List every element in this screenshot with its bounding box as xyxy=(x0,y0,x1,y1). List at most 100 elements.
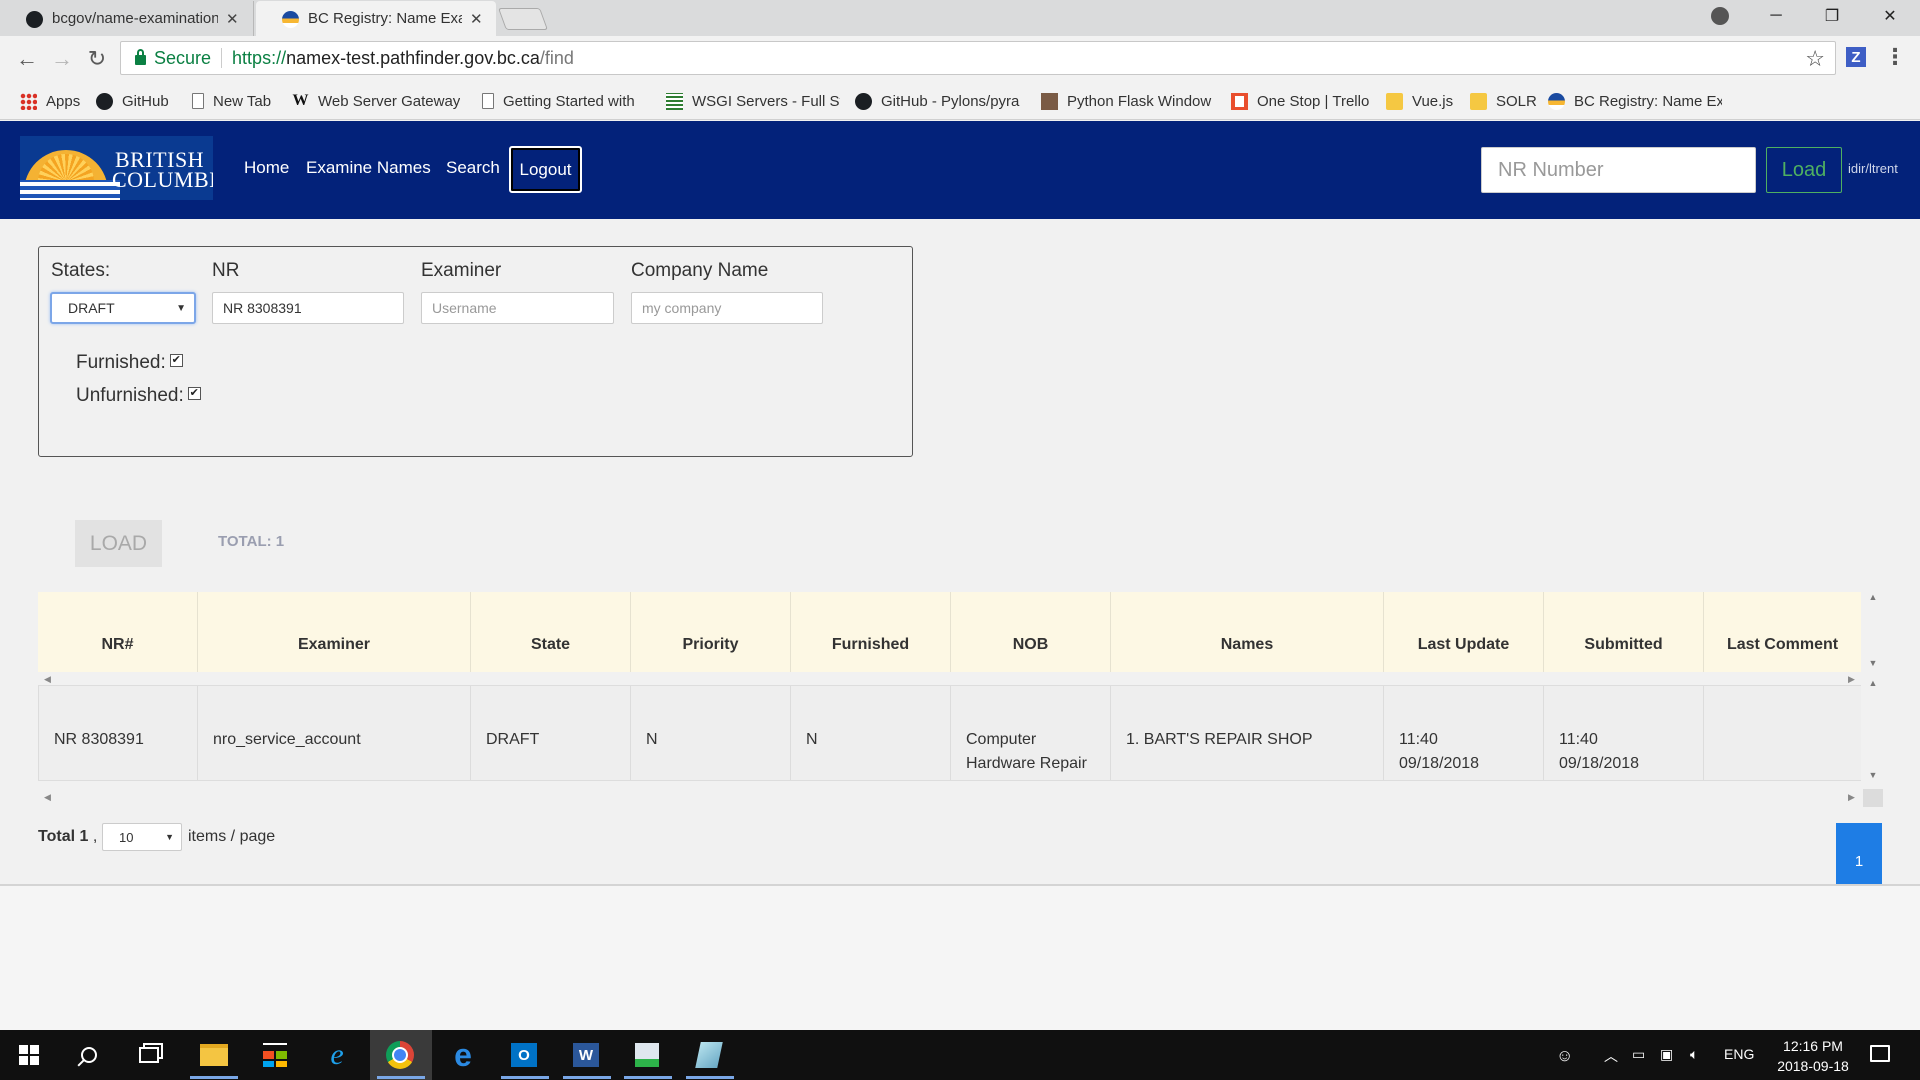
magnifier-icon xyxy=(81,1047,97,1063)
back-icon[interactable]: ← xyxy=(12,44,42,74)
extension-z-icon[interactable]: Z xyxy=(1846,47,1866,67)
nav-examine-names[interactable]: Examine Names xyxy=(306,158,431,178)
column-header-last-comment[interactable]: Last Comment xyxy=(1704,592,1861,672)
bookmark-wsgi[interactable]: W Web Server Gateway xyxy=(292,88,461,114)
bookmark-apps[interactable]: Apps xyxy=(20,88,80,114)
states-select[interactable]: DRAFT ▼ xyxy=(50,292,196,324)
scroll-up-arrow-icon[interactable]: ▲ xyxy=(1866,592,1880,602)
close-icon[interactable]: ✕ xyxy=(470,10,483,28)
page-button-1[interactable]: 1 xyxy=(1836,823,1882,884)
bookmark-label: SOLR xyxy=(1496,92,1537,110)
reload-icon[interactable]: ↻ xyxy=(82,44,112,74)
table-row[interactable]: NR 8308391 nro_service_account DRAFT N N… xyxy=(38,685,1861,781)
column-header-names[interactable]: Names xyxy=(1111,592,1384,672)
items-per-page-label: items / page xyxy=(188,828,276,845)
bookmark-getting-started[interactable]: Getting Started with xyxy=(482,88,652,114)
bookmark-wsgi-servers[interactable]: WSGI Servers - Full St xyxy=(666,88,840,114)
pagination-total: Total 1 , xyxy=(38,828,97,846)
task-view-icon[interactable] xyxy=(132,1038,166,1072)
chrome-icon[interactable] xyxy=(383,1038,417,1072)
bookmark-star-icon[interactable]: ☆ xyxy=(1805,46,1825,72)
browser-menu-icon[interactable]: ⋮ xyxy=(1884,44,1906,70)
scrollbar-corner xyxy=(1863,789,1883,807)
address-bar[interactable]: Secure https:// namex-test.pathfinder.go… xyxy=(120,41,1836,75)
tab-title: BC Registry: Name Examination xyxy=(308,10,462,27)
column-header-nob[interactable]: NOB xyxy=(951,592,1111,672)
input-language[interactable]: ENG xyxy=(1724,1046,1754,1062)
examiner-input[interactable]: Username xyxy=(421,292,614,324)
furnished-checkbox[interactable]: ✔ xyxy=(169,353,183,367)
notes-glyph-icon xyxy=(695,1042,723,1068)
tray-chevron-up-icon[interactable]: ︿ xyxy=(1604,1046,1618,1066)
bookmark-solr[interactable]: SOLR xyxy=(1470,88,1537,114)
column-header-nr[interactable]: NR# xyxy=(38,592,198,672)
file-explorer-icon[interactable] xyxy=(197,1038,231,1072)
states-label: States: xyxy=(51,260,111,281)
network-icon[interactable]: ▣ xyxy=(1660,1046,1673,1063)
edge-icon[interactable]: e xyxy=(446,1037,480,1073)
browser-tab-strip: bcgov/name-examination ✕ BC Registry: Na… xyxy=(0,0,1920,36)
tab-bc-registry[interactable]: BC Registry: Name Examination ✕ xyxy=(256,1,496,36)
folder-icon xyxy=(200,1044,228,1066)
bookmark-vuejs[interactable]: Vue.js xyxy=(1386,88,1453,114)
column-header-submitted[interactable]: Submitted xyxy=(1544,592,1704,672)
load-results-button[interactable]: LOAD xyxy=(75,520,162,567)
bookmark-github[interactable]: GitHub xyxy=(96,88,169,114)
company-name-label: Company Name xyxy=(631,260,769,281)
new-tab-button[interactable] xyxy=(497,8,549,30)
bookmark-trello[interactable]: One Stop | Trello xyxy=(1231,88,1369,114)
media-app-icon[interactable] xyxy=(630,1038,664,1072)
search-icon[interactable] xyxy=(72,1038,106,1072)
notes-app-icon[interactable] xyxy=(692,1038,726,1072)
scroll-left-arrow-icon[interactable]: ◀ xyxy=(44,792,51,803)
column-header-furnished[interactable]: Furnished xyxy=(791,592,951,672)
github-icon xyxy=(96,92,113,110)
nav-search[interactable]: Search xyxy=(446,158,500,178)
tab-github[interactable]: bcgov/name-examination ✕ xyxy=(0,1,254,36)
store-icon[interactable] xyxy=(258,1038,292,1072)
outlook-icon[interactable]: O xyxy=(507,1038,541,1072)
bookmark-flask[interactable]: Python Flask Window xyxy=(1041,88,1215,114)
scroll-right-arrow-icon[interactable]: ▶ xyxy=(1848,674,1855,685)
column-header-state[interactable]: State xyxy=(471,592,631,672)
folder-icon xyxy=(1470,92,1487,110)
unfurnished-label: Unfurnished: xyxy=(76,385,184,406)
nav-home[interactable]: Home xyxy=(244,158,289,178)
scroll-left-arrow-icon[interactable]: ◀ xyxy=(44,674,51,685)
page-background xyxy=(0,886,1920,1030)
profile-icon[interactable] xyxy=(1711,7,1729,25)
company-name-input[interactable]: my company xyxy=(631,292,823,324)
scroll-down-arrow-icon[interactable]: ▼ xyxy=(1866,770,1880,780)
people-icon[interactable]: ☺ xyxy=(1556,1046,1573,1066)
scroll-down-arrow-icon[interactable]: ▼ xyxy=(1866,658,1880,668)
restore-button[interactable]: ❐ xyxy=(1804,0,1860,32)
bookmark-bc-registry[interactable]: BC Registry: Name Ex xyxy=(1548,88,1722,114)
close-icon[interactable]: ✕ xyxy=(226,10,239,28)
battery-icon[interactable]: ▭ xyxy=(1632,1046,1645,1063)
scroll-right-arrow-icon[interactable]: ▶ xyxy=(1848,792,1855,803)
url-scheme: https:// xyxy=(232,47,287,68)
window-close-button[interactable]: ✕ xyxy=(1862,0,1918,32)
nr-filter-input[interactable]: NR 8308391 xyxy=(212,292,404,324)
bookmark-new-tab[interactable]: New Tab xyxy=(192,88,271,114)
minimize-button[interactable]: ─ xyxy=(1748,0,1804,32)
bookmark-pylons[interactable]: GitHub - Pylons/pyra xyxy=(855,88,1025,114)
notification-center-icon[interactable] xyxy=(1870,1045,1890,1062)
browser-toolbar: ← → ↻ Secure https:// namex-test.pathfin… xyxy=(0,36,1920,82)
column-header-examiner[interactable]: Examiner xyxy=(198,592,471,672)
taskbar-clock[interactable]: 12:16 PM 2018-09-18 xyxy=(1768,1036,1858,1076)
column-header-last-update[interactable]: Last Update xyxy=(1384,592,1544,672)
unfurnished-checkbox[interactable]: ✔ xyxy=(187,386,201,400)
nr-number-input[interactable]: NR Number xyxy=(1481,147,1756,193)
column-header-priority[interactable]: Priority xyxy=(631,592,791,672)
word-icon[interactable]: W xyxy=(569,1038,603,1072)
logout-button[interactable]: Logout xyxy=(509,146,582,193)
scroll-up-arrow-icon[interactable]: ▲ xyxy=(1866,678,1880,688)
bc-logo[interactable]: BRITISH COLUMBIA xyxy=(20,136,213,200)
header-load-button[interactable]: Load xyxy=(1766,147,1842,193)
volume-icon[interactable]: 🔈︎ xyxy=(1690,1046,1698,1063)
windows-start-icon[interactable] xyxy=(12,1038,46,1072)
page-size-select[interactable]: 10 ▼ xyxy=(102,823,182,851)
forward-icon[interactable]: → xyxy=(47,44,77,74)
internet-explorer-icon[interactable]: e xyxy=(320,1038,354,1072)
